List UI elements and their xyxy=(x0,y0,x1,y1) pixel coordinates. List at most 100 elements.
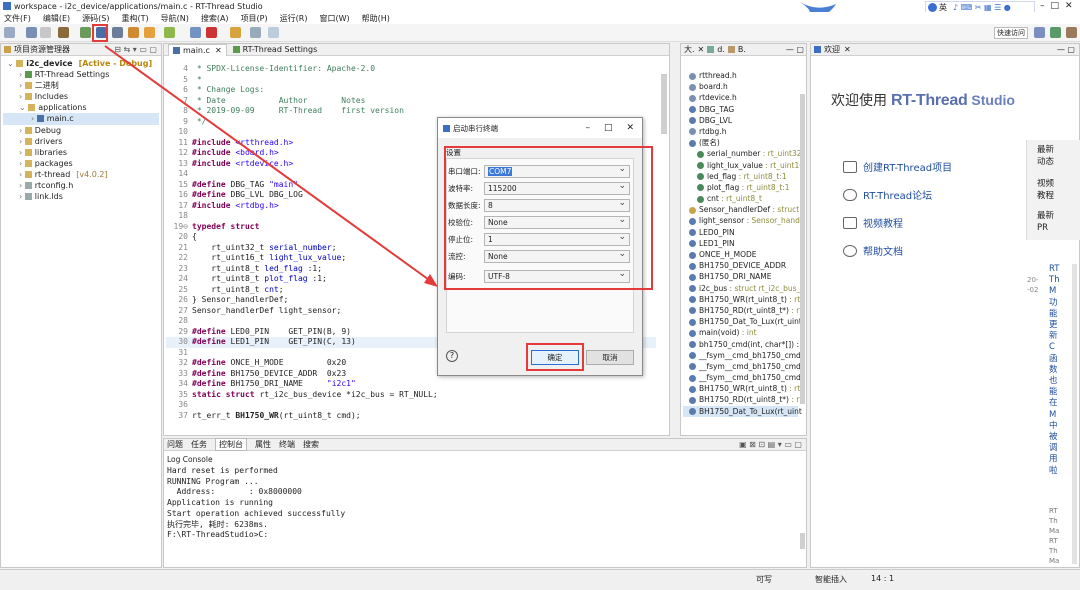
tree-item[interactable]: › link.lds xyxy=(3,191,159,202)
outline-item[interactable]: light_lux_value : rt_uint16 xyxy=(683,160,804,171)
outline-item[interactable]: board.h xyxy=(683,81,798,92)
tab-videos[interactable]: 视频教程 xyxy=(1037,178,1057,202)
help-doc-link[interactable]: 帮助文档 xyxy=(843,243,903,258)
tree-item[interactable]: › rtconfig.h xyxy=(3,180,159,191)
tab-tasks[interactable]: 任务 xyxy=(191,439,207,450)
tree-item[interactable]: ⌄ applications xyxy=(3,102,159,113)
news-title[interactable]: RT Th M 功能更新 C 函数也能在 M 中被调用啦 xyxy=(1049,264,1063,477)
tree-item[interactable]: ⌄ i2c_device [Active - Debug] xyxy=(3,58,159,69)
outline-item[interactable]: BH1750_DRI_NAME xyxy=(683,271,798,282)
dialog-minimize-button[interactable]: – xyxy=(585,123,590,133)
project-explorer-title[interactable]: 项目资源管理器 xyxy=(14,44,70,55)
expand-arrow-icon[interactable]: ⌄ xyxy=(7,59,16,68)
maximize-button[interactable]: □ xyxy=(1051,1,1060,11)
welcome-tab-label[interactable]: 欢迎 xyxy=(824,44,840,55)
save-all-icon[interactable] xyxy=(40,27,51,38)
download-icon[interactable] xyxy=(144,27,155,38)
outline-item[interactable]: main(void) : int xyxy=(683,327,798,338)
tree-item[interactable]: › rt-thread [v4.0.2] xyxy=(3,169,159,180)
save-icon[interactable] xyxy=(26,27,37,38)
tree-item[interactable]: › 二进制 xyxy=(3,80,159,91)
tab-main-c[interactable]: main.c ✕ xyxy=(168,43,227,56)
new-icon[interactable] xyxy=(4,27,15,38)
menu-item-project[interactable]: 项目(P) xyxy=(241,13,268,24)
outline-item[interactable]: rtdbg.h xyxy=(683,126,798,137)
tab-d[interactable]: d. xyxy=(717,45,725,54)
tab-b[interactable]: B. xyxy=(738,45,746,54)
tree-item[interactable]: › Includes xyxy=(3,91,159,102)
perspective-c-icon[interactable] xyxy=(1066,27,1077,38)
expand-arrow-icon[interactable]: ⌄ xyxy=(19,103,28,112)
console-toolbar-icons[interactable]: ▣ ⊠ ⊡ ▤ ▾ ▭ ▢ xyxy=(739,440,802,449)
view-menu-icon[interactable]: ⊟ ⇆ ▾ ▭ ▢ xyxy=(114,45,157,54)
tab-search[interactable]: 搜索 xyxy=(303,439,319,450)
outline-item[interactable]: LED0_PIN xyxy=(683,227,798,238)
outline-item[interactable]: BH1750_RD(rt_uint8_t*) : rt xyxy=(683,394,802,405)
tab-pr[interactable]: 最新PR xyxy=(1037,210,1057,234)
outline-item[interactable]: rtdevice.h xyxy=(683,92,798,103)
forward-icon[interactable] xyxy=(268,27,279,38)
outline-item[interactable]: BH1750_WR(rt_uint8_t) : rt_ xyxy=(683,294,804,305)
menu-item-window[interactable]: 窗口(W) xyxy=(319,13,349,24)
quick-access-field[interactable]: 快速访问 xyxy=(994,27,1028,39)
back-icon[interactable] xyxy=(250,27,261,38)
tab-problems[interactable]: 问题 xyxy=(167,439,183,450)
tree-item[interactable]: › libraries xyxy=(3,147,159,158)
menu-item-search[interactable]: 搜索(A) xyxy=(201,13,229,24)
tab-terminal[interactable]: 终端 xyxy=(279,439,295,450)
minimize-icon[interactable]: — ▢ xyxy=(786,45,804,54)
outline-item[interactable]: (匿名) xyxy=(683,137,798,148)
outline-item[interactable]: LED1_PIN xyxy=(683,238,798,249)
sdk-manager-icon[interactable] xyxy=(112,27,123,38)
menu-item-help[interactable]: 帮助(H) xyxy=(362,13,390,24)
menu-item-source[interactable]: 源码(S) xyxy=(82,13,109,24)
outline-item[interactable]: BH1750_WR(rt_uint8_t) : rt xyxy=(683,383,800,394)
tree-item[interactable]: › RT-Thread Settings xyxy=(3,69,159,80)
outline-item[interactable]: rtthread.h xyxy=(683,70,798,81)
menu-item-navigate[interactable]: 导航(N) xyxy=(161,13,189,24)
help-button[interactable]: ? xyxy=(446,350,458,362)
forum-link[interactable]: RT-Thread论坛 xyxy=(843,187,932,202)
close-tab-icon[interactable]: ✕ xyxy=(215,46,222,55)
dialog-close-button[interactable]: ✕ xyxy=(626,123,634,133)
outline-item[interactable]: cnt : rt_uint8_t xyxy=(683,193,798,204)
close-tab-icon[interactable]: ✕ xyxy=(844,45,851,54)
tab-news[interactable]: 最新动态 xyxy=(1037,144,1057,168)
create-project-link[interactable]: 创建RT-Thread项目 xyxy=(843,159,952,174)
tree-item[interactable]: › packages xyxy=(3,158,159,169)
open-type-icon[interactable] xyxy=(190,27,201,38)
run-icon[interactable] xyxy=(164,27,175,38)
outline-item[interactable]: plot_flag : rt_uint8_t:1 xyxy=(683,182,798,193)
outline-item[interactable]: light_sensor : Sensor_handl xyxy=(683,215,802,226)
outline-item[interactable]: i2c_bus : struct rt_i2c_bus_ xyxy=(683,283,800,294)
outline-item[interactable]: __fsym__cmd_bh1750_cmd xyxy=(683,372,801,383)
console-scrollbar[interactable] xyxy=(800,533,805,549)
welcome-scrollbar[interactable] xyxy=(1072,264,1077,564)
perspective-debug-icon[interactable] xyxy=(1050,27,1061,38)
menu-item-refactor[interactable]: 重构(T) xyxy=(121,13,148,24)
outline-item[interactable]: serial_number : rt_uint32 xyxy=(683,148,802,159)
outline-item[interactable]: Sensor_handlerDef : struct xyxy=(683,204,799,215)
minimize-button[interactable]: – xyxy=(1040,1,1045,11)
search-icon[interactable] xyxy=(80,27,91,38)
outline-item[interactable]: BH1750_Dat_To_Lux(rt_uint xyxy=(683,405,802,417)
outline-item[interactable]: __fsym__cmd_bh1750_cmd xyxy=(683,361,801,372)
tree-item[interactable]: › main.c xyxy=(3,113,159,125)
build-icon[interactable] xyxy=(58,27,69,38)
outline-item[interactable]: ONCE_H_MODE xyxy=(683,249,798,260)
close-button[interactable]: ✕ xyxy=(1065,1,1073,11)
tab-rt-thread-settings[interactable]: RT-Thread Settings xyxy=(227,44,324,56)
outline-item[interactable]: bh1750_cmd(int, char*[]) : xyxy=(683,339,799,350)
tree-item[interactable]: › drivers xyxy=(3,136,159,147)
tab-console[interactable]: 控制台 xyxy=(215,438,247,451)
tab-outline[interactable]: 大. xyxy=(684,44,695,55)
outline-scrollbar[interactable] xyxy=(800,94,805,404)
editor-scrollbar[interactable] xyxy=(661,74,667,134)
outline-item[interactable]: BH1750_Dat_To_Lux(rt_uint xyxy=(683,316,802,327)
tree-item[interactable]: › Debug xyxy=(3,125,159,136)
menu-item-run[interactable]: 运行(R) xyxy=(280,13,308,24)
outline-item[interactable]: led_flag : rt_uint8_t:1 xyxy=(683,171,798,182)
outline-item[interactable]: BH1750_RD(rt_uint8_t*) : rt xyxy=(683,305,802,316)
video-tutorial-link[interactable]: 视频教程 xyxy=(843,215,903,230)
minimize-icon[interactable]: — ▢ xyxy=(1057,45,1075,54)
